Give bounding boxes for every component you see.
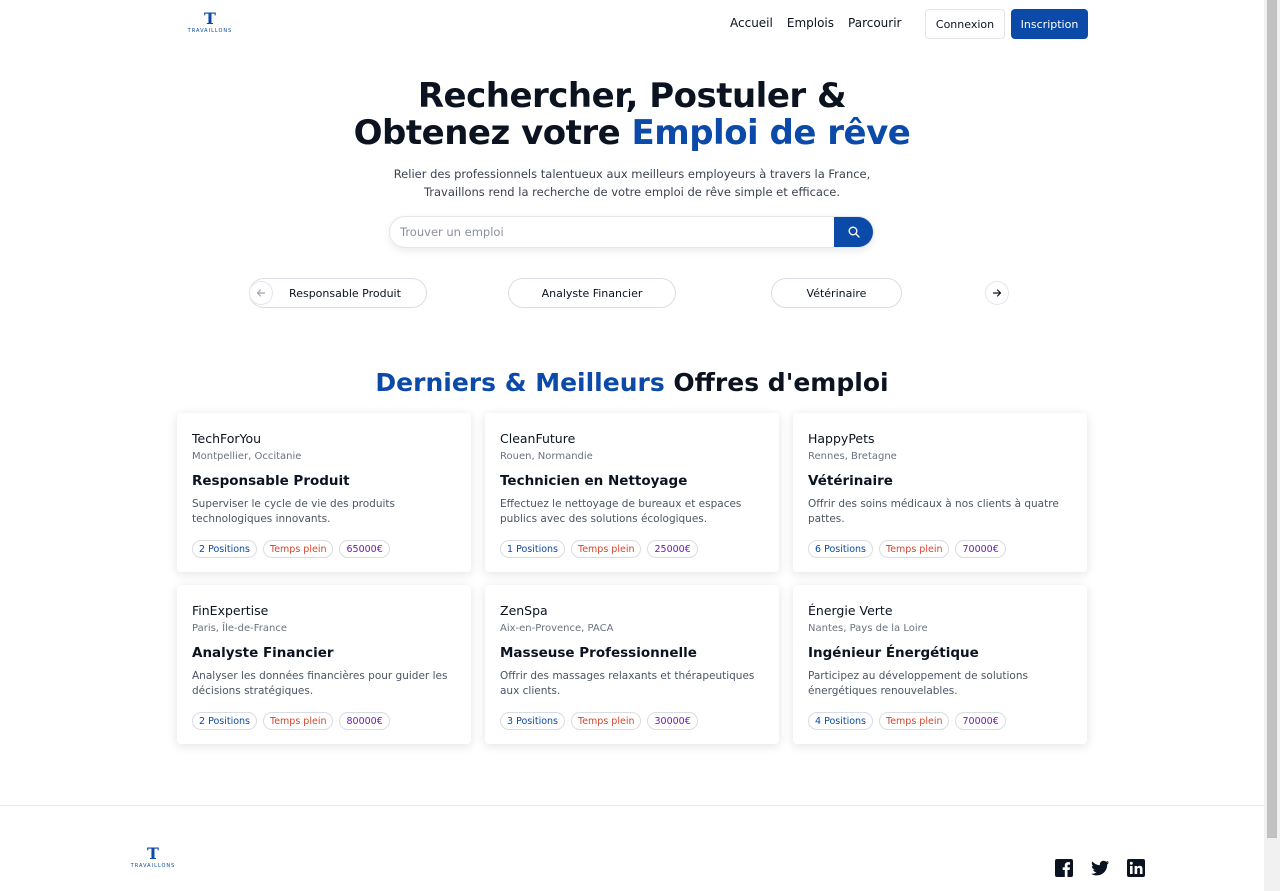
salary-badge: 70000€	[955, 540, 1006, 558]
job-location: Rennes, Bretagne	[808, 451, 897, 462]
job-tags: 6 Positions Temps plein 70000€	[808, 540, 1006, 558]
carousel-chip[interactable]: Analyste Financier	[508, 278, 676, 308]
salary-badge: 70000€	[955, 712, 1006, 730]
page: T TRAVAILLONS Accueil Emplois Parcourir …	[0, 0, 1264, 891]
job-title: Analyste Financier	[192, 645, 334, 661]
job-description: Offrir des soins médicaux à nos clients …	[808, 498, 1059, 525]
job-company: TechForYou	[192, 431, 262, 446]
nav-parcourir[interactable]: Parcourir	[848, 16, 901, 30]
job-description: Superviser le cycle de vie des produits …	[192, 498, 395, 525]
main-nav: Accueil Emplois Parcourir	[730, 16, 901, 30]
carousel-next-button[interactable]	[985, 281, 1009, 305]
header: T TRAVAILLONS Accueil Emplois Parcourir …	[0, 0, 1264, 48]
job-tags: 1 Positions Temps plein 25000€	[500, 540, 698, 558]
search-button[interactable]	[834, 217, 873, 247]
positions-badge: 1 Positions	[500, 540, 566, 558]
job-tags: 4 Positions Temps plein 70000€	[808, 712, 1006, 730]
positions-badge: 3 Positions	[500, 712, 566, 730]
job-title: Ingénieur Énergétique	[808, 645, 979, 661]
positions-badge: 2 Positions	[192, 540, 258, 558]
job-description: Participez au développement de solutions…	[808, 670, 1028, 697]
hero-subtitle: Relier des professionnels talentueux aux…	[393, 167, 871, 199]
job-location: Montpellier, Occitanie	[192, 451, 302, 462]
job-type-badge: Temps plein	[879, 712, 950, 730]
job-location: Rouen, Normandie	[500, 451, 593, 462]
hero-title-line2: Obtenez votre	[353, 113, 632, 153]
salary-badge: 80000€	[339, 712, 390, 730]
job-company: HappyPets	[808, 431, 875, 446]
job-company: ZenSpa	[500, 603, 548, 618]
search-input[interactable]	[390, 217, 830, 247]
job-tags: 2 Positions Temps plein 80000€	[192, 712, 390, 730]
logo-wordmark: TRAVAILLONS	[187, 28, 233, 34]
job-title: Masseuse Professionnelle	[500, 645, 697, 661]
job-card[interactable]: ZenSpa Aix-en-Provence, PACA Masseuse Pr…	[485, 585, 779, 744]
positions-badge: 6 Positions	[808, 540, 874, 558]
section-title-accent: Derniers & Meilleurs	[375, 368, 665, 397]
vertical-scrollbar[interactable]	[1264, 0, 1280, 891]
job-company: CleanFuture	[500, 431, 576, 446]
login-button[interactable]: Connexion	[925, 9, 1005, 39]
carousel-chip[interactable]: Vétérinaire	[771, 278, 902, 308]
logo-mark: T	[204, 9, 216, 28]
job-location: Nantes, Pays de la Loire	[808, 623, 928, 634]
arrow-left-icon	[256, 289, 266, 297]
hero-title: Rechercher, Postuler & Obtenez votre Emp…	[0, 78, 1264, 152]
job-card[interactable]: Énergie Verte Nantes, Pays de la Loire I…	[793, 585, 1087, 744]
facebook-icon[interactable]	[1054, 858, 1074, 878]
search-icon	[848, 226, 860, 238]
logo-mark: T	[147, 844, 159, 863]
job-type-badge: Temps plein	[263, 540, 334, 558]
nav-emplois[interactable]: Emplois	[787, 16, 834, 30]
job-type-badge: Temps plein	[263, 712, 334, 730]
job-title: Technicien en Nettoyage	[500, 473, 688, 489]
job-company: Énergie Verte	[808, 603, 893, 618]
positions-badge: 2 Positions	[192, 712, 258, 730]
footer-divider	[0, 805, 1264, 806]
job-description: Analyser les données financières pour gu…	[192, 670, 448, 697]
job-type-badge: Temps plein	[571, 712, 642, 730]
linkedin-icon[interactable]	[1126, 858, 1146, 878]
job-type-badge: Temps plein	[571, 540, 642, 558]
arrow-right-icon	[992, 289, 1002, 297]
scrollbar-thumb[interactable]	[1267, 0, 1277, 838]
logo-wordmark: TRAVAILLONS	[130, 863, 176, 869]
job-card[interactable]: TechForYou Montpellier, Occitanie Respon…	[177, 413, 471, 572]
job-card[interactable]: HappyPets Rennes, Bretagne Vétérinaire O…	[793, 413, 1087, 572]
job-description: Offrir des massages relaxants et thérape…	[500, 670, 755, 697]
footer-logo[interactable]: T TRAVAILLONS	[129, 846, 177, 870]
category-carousel: Responsable Produit Analyste Financier V…	[0, 278, 1264, 308]
signup-button[interactable]: Inscription	[1011, 9, 1088, 39]
salary-badge: 65000€	[339, 540, 390, 558]
salary-badge: 25000€	[647, 540, 698, 558]
job-tags: 3 Positions Temps plein 30000€	[500, 712, 698, 730]
carousel-chip[interactable]: Responsable Produit	[249, 278, 427, 308]
job-company: FinExpertise	[192, 603, 269, 618]
job-title: Vétérinaire	[808, 473, 893, 489]
brand-logo[interactable]: T TRAVAILLONS	[186, 11, 234, 35]
nav-accueil[interactable]: Accueil	[730, 16, 773, 30]
hero-title-accent: Emploi de rêve	[631, 113, 911, 153]
positions-badge: 4 Positions	[808, 712, 874, 730]
job-tags: 2 Positions Temps plein 65000€	[192, 540, 390, 558]
section-title: Derniers & Meilleurs Offres d'emploi	[0, 368, 1264, 397]
job-title: Responsable Produit	[192, 473, 350, 489]
hero-title-line1: Rechercher, Postuler &	[417, 76, 847, 116]
job-card[interactable]: FinExpertise Paris, Île-de-France Analys…	[177, 585, 471, 744]
job-location: Aix-en-Provence, PACA	[500, 623, 614, 634]
section-title-rest: Offres d'emploi	[664, 368, 889, 397]
job-description: Effectuez le nettoyage de bureaux et esp…	[500, 498, 742, 525]
job-card[interactable]: CleanFuture Rouen, Normandie Technicien …	[485, 413, 779, 572]
salary-badge: 30000€	[647, 712, 698, 730]
job-grid: TechForYou Montpellier, Occitanie Respon…	[177, 413, 1087, 744]
job-search-bar	[389, 216, 874, 248]
twitter-icon[interactable]	[1090, 858, 1110, 878]
carousel-prev-button[interactable]	[249, 281, 273, 305]
job-location: Paris, Île-de-France	[192, 623, 288, 634]
job-type-badge: Temps plein	[879, 540, 950, 558]
